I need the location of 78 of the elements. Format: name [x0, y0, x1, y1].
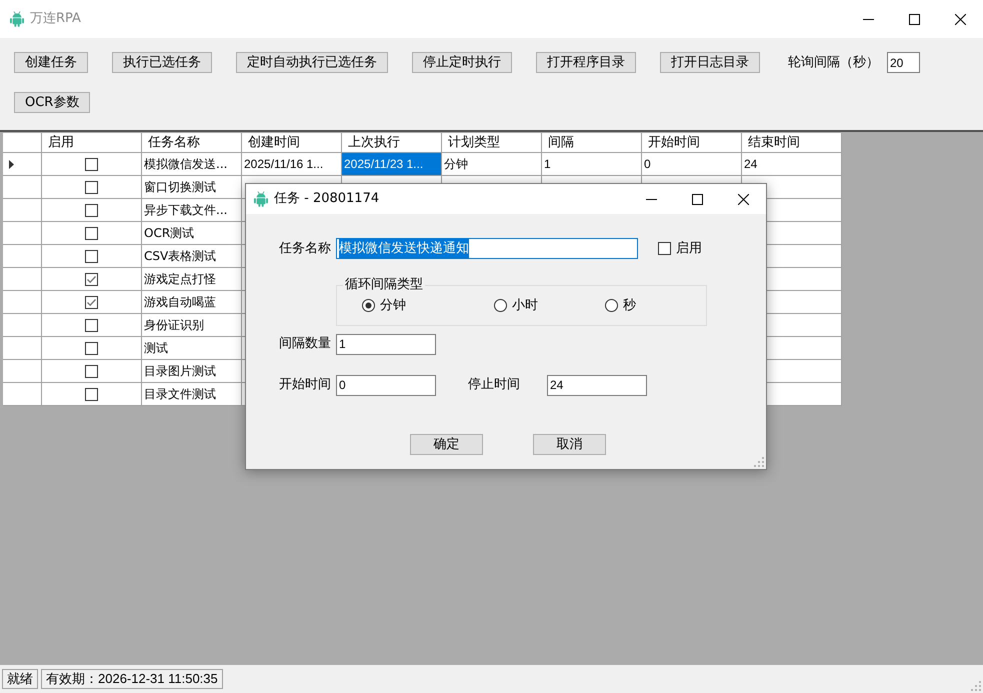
start-time-field[interactable]: 0: [336, 374, 436, 396]
column-header[interactable]: 启用: [42, 133, 142, 153]
enabled-checkbox[interactable]: [658, 242, 671, 255]
checkbox-label: 启用: [676, 240, 702, 258]
column-header[interactable]: 任务名称: [142, 133, 242, 153]
robot-icon: [254, 191, 268, 207]
toolbar-button[interactable]: 创建任务: [14, 52, 88, 73]
window-title: 万连RPA: [30, 10, 81, 28]
enabled-checkbox[interactable]: [85, 364, 98, 378]
toolbar-button[interactable]: 定时自动执行已选任务: [236, 52, 388, 73]
enabled-checkbox[interactable]: [85, 158, 98, 170]
enabled-checkbox[interactable]: [85, 318, 98, 332]
stop-time-field[interactable]: 24: [547, 374, 647, 396]
resize-grip-icon[interactable]: [971, 681, 981, 691]
table-cell: 身份证识别: [142, 314, 242, 337]
table-cell: 2025/11/16 1...: [242, 153, 342, 176]
enabled-checkbox[interactable]: [85, 388, 98, 400]
toolbar-button[interactable]: 打开日志目录: [660, 52, 760, 73]
table-cell: 分钟: [442, 153, 542, 176]
enabled-checkbox[interactable]: [85, 204, 98, 216]
table-cell: 游戏定点打怪: [142, 268, 242, 291]
table-cell: 2025/11/23 1...: [342, 153, 442, 176]
resize-grip-icon[interactable]: [754, 457, 764, 467]
field-label: 开始时间: [279, 376, 332, 394]
interval-count-field[interactable]: 1: [336, 334, 436, 354]
toolbar-button[interactable]: 打开程序目录: [536, 52, 636, 73]
status-panel: 有效期：2026-12-31 11:50:35: [41, 669, 223, 689]
enabled-checkbox[interactable]: [85, 226, 98, 240]
table-cell: 目录图片测试: [142, 360, 242, 383]
maximize-icon: [908, 14, 920, 24]
table-cell: 游戏自动喝蓝: [142, 291, 242, 314]
field-label: 间隔数量: [279, 335, 332, 354]
toolbar-button[interactable]: OCR参数: [14, 92, 90, 113]
table-cell: 测试: [142, 337, 242, 360]
column-header[interactable]: 上次执行: [342, 133, 442, 153]
poll-interval-field[interactable]: 20: [887, 52, 920, 73]
close-icon: [954, 14, 966, 24]
column-header[interactable]: 开始时间: [642, 133, 742, 153]
minimize-icon: [862, 18, 874, 20]
column-header[interactable]: 计划类型: [442, 133, 542, 153]
table-cell: 异步下载文件...: [142, 199, 242, 222]
dialog-button[interactable]: 确定: [410, 434, 483, 454]
maximize-icon: [692, 194, 702, 204]
radio-label: 小时: [512, 297, 538, 315]
toolbar-button[interactable]: 停止定时执行: [412, 52, 512, 73]
dialog-button[interactable]: 取消: [533, 434, 606, 454]
column-header[interactable]: 创建时间: [242, 133, 342, 153]
enabled-checkbox[interactable]: [85, 180, 98, 194]
table-cell: OCR测试: [142, 222, 242, 245]
radio-button[interactable]: [362, 299, 375, 312]
table-cell: 24: [742, 153, 842, 176]
minimize-icon: [646, 198, 656, 200]
dialog-title: 任务 - 20801174: [274, 190, 380, 208]
task-name-field[interactable]: 模拟微信发送快递通知: [336, 238, 638, 259]
table-cell: 窗口切换测试: [142, 176, 242, 199]
column-header[interactable]: 间隔: [542, 133, 642, 153]
group-legend: 循环间隔类型: [343, 277, 425, 293]
status-panel: 就绪: [2, 669, 38, 689]
radio-button[interactable]: [605, 299, 618, 312]
table-cell: 0: [642, 153, 742, 176]
table-cell: 模拟微信发送...: [142, 153, 242, 176]
field-label: 任务名称: [279, 240, 332, 258]
toolbar-button[interactable]: 执行已选任务: [112, 52, 212, 73]
enabled-checkbox[interactable]: [85, 296, 98, 308]
field-label: 停止时间: [468, 376, 521, 394]
table-cell: 目录文件测试: [142, 383, 242, 406]
radio-label: 秒: [623, 297, 636, 315]
robot-icon: [10, 11, 24, 27]
close-icon: [738, 194, 748, 204]
radio-button[interactable]: [494, 299, 507, 312]
table-cell: 1: [542, 153, 642, 176]
poll-interval-label: 轮询间隔（秒）: [788, 54, 879, 72]
radio-label: 分钟: [380, 297, 406, 315]
enabled-checkbox[interactable]: [85, 250, 98, 262]
enabled-checkbox[interactable]: [85, 342, 98, 354]
enabled-checkbox[interactable]: [85, 272, 98, 286]
table-cell: CSV表格测试: [142, 245, 242, 268]
column-header[interactable]: 结束时间: [742, 133, 842, 153]
